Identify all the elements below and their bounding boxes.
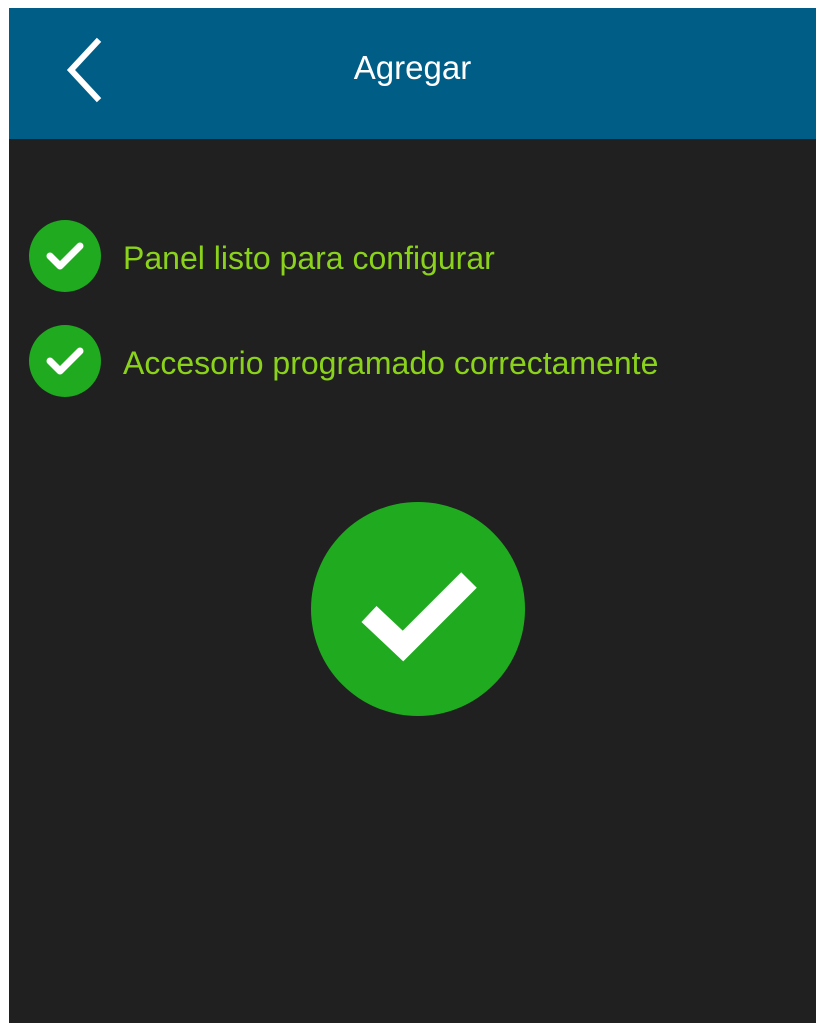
check-circle-icon	[29, 220, 101, 292]
status-item-accessory-programmed: Accesorio programado correctamente	[29, 325, 809, 397]
check-circle-large-icon	[311, 502, 525, 716]
status-label: Panel listo para configurar	[123, 240, 495, 276]
screen: Agregar Panel listo para configurar Acce…	[9, 8, 816, 1023]
status-item-panel-ready: Panel listo para configurar	[29, 220, 809, 292]
status-list: Panel listo para configurar Accesorio pr…	[29, 220, 809, 430]
app-bar: Agregar	[9, 8, 816, 139]
status-label: Accesorio programado correctamente	[123, 345, 659, 381]
check-circle-icon	[29, 325, 101, 397]
page-title: Agregar	[353, 49, 472, 86]
